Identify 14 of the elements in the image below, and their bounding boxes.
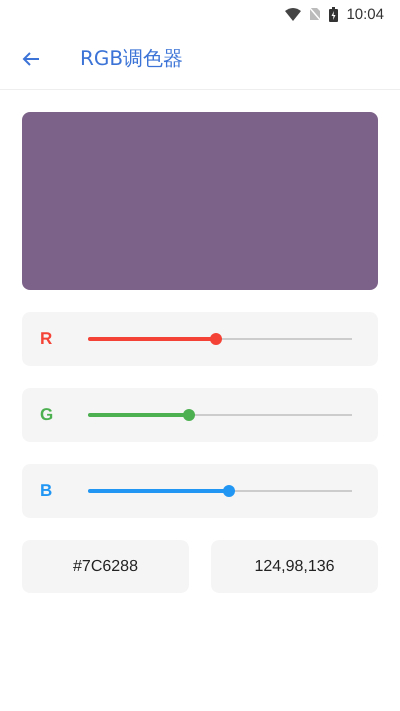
app-title: RGB调色器	[80, 45, 184, 72]
no-sim-icon	[309, 7, 322, 21]
channel-label: B	[40, 481, 54, 501]
slider-thumb[interactable]	[210, 333, 222, 345]
slider-thumb[interactable]	[222, 485, 235, 497]
battery-icon	[329, 6, 338, 22]
value-field: 124,98,136	[211, 540, 378, 593]
value-field: #7C6288	[22, 540, 189, 593]
status-time: 10:04	[346, 6, 384, 22]
back-arrow-icon[interactable]	[22, 50, 40, 66]
wifi-icon	[285, 8, 302, 20]
channel-label: G	[40, 405, 54, 425]
channel-label: R	[40, 329, 54, 349]
slider-thumb[interactable]	[183, 409, 196, 421]
